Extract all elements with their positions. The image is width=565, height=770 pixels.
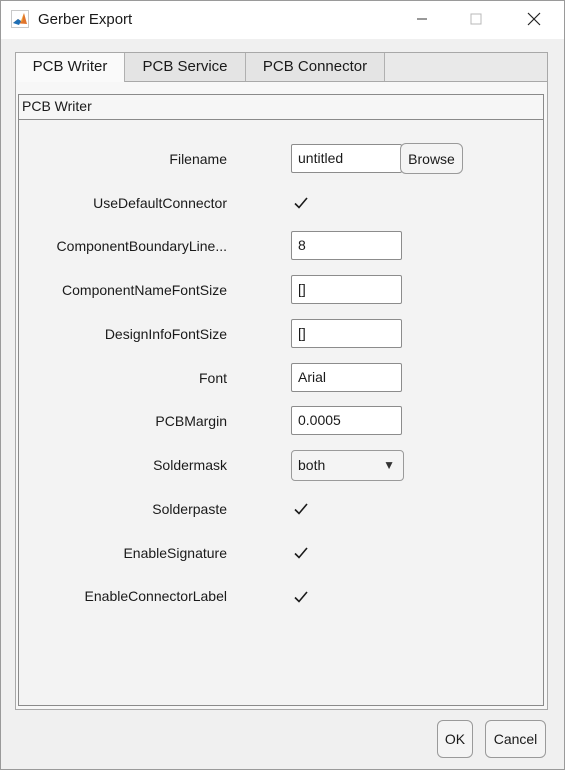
minimize-button[interactable] bbox=[399, 1, 445, 39]
solderpaste-checkbox[interactable] bbox=[292, 500, 309, 517]
pcb-margin-label: PCBMargin bbox=[155, 413, 227, 429]
checkmark-icon bbox=[293, 590, 308, 603]
font-label: Font bbox=[198, 370, 227, 386]
checkmark-icon bbox=[293, 502, 308, 515]
matlab-icon bbox=[11, 10, 29, 28]
gerber-export-dialog: Gerber Export PCB Writer PCB Service PCB… bbox=[0, 0, 565, 770]
ok-button[interactable]: OK bbox=[437, 720, 473, 758]
soldermask-label: Soldermask bbox=[153, 457, 227, 473]
panel-title: PCB Writer bbox=[19, 95, 543, 120]
tab-group: PCB Writer PCB Service PCB Connector PCB… bbox=[15, 52, 548, 710]
checkmark-icon bbox=[293, 196, 308, 209]
close-icon bbox=[527, 12, 541, 29]
pcb-writer-panel: PCB Writer Filename untitled Browse UseD… bbox=[18, 94, 544, 706]
filename-field[interactable]: untitled bbox=[291, 144, 402, 173]
use-default-connector-label: UseDefaultConnector bbox=[93, 195, 227, 211]
soldermask-value: both bbox=[298, 457, 326, 473]
use-default-connector-checkbox[interactable] bbox=[292, 194, 309, 211]
enable-signature-label: EnableSignature bbox=[123, 545, 227, 561]
solderpaste-label: Solderpaste bbox=[152, 501, 227, 517]
component-boundary-line-label: ComponentBoundaryLine... bbox=[56, 238, 227, 254]
window-title: Gerber Export bbox=[38, 11, 133, 28]
design-info-font-size-field[interactable]: [] bbox=[291, 319, 402, 348]
component-name-font-size-label: ComponentNameFontSize bbox=[62, 282, 227, 298]
dropdown-arrow-icon: ▼ bbox=[383, 458, 395, 472]
design-info-font-size-label: DesignInfoFontSize bbox=[104, 326, 227, 342]
minimize-icon bbox=[416, 12, 428, 28]
enable-connector-label-label: EnableConnectorLabel bbox=[84, 588, 227, 604]
filename-label: Filename bbox=[169, 151, 227, 167]
soldermask-dropdown[interactable]: both ▼ bbox=[291, 450, 404, 481]
panel-title-text: PCB Writer bbox=[22, 98, 92, 114]
component-boundary-line-field[interactable]: 8 bbox=[291, 231, 402, 260]
tab-pcb-service[interactable]: PCB Service bbox=[125, 53, 246, 81]
maximize-button[interactable] bbox=[453, 1, 499, 39]
cancel-button[interactable]: Cancel bbox=[485, 720, 546, 758]
browse-button[interactable]: Browse bbox=[400, 143, 463, 174]
tab-pcb-writer[interactable]: PCB Writer bbox=[16, 53, 125, 82]
font-field[interactable]: Arial bbox=[291, 363, 402, 392]
enable-connector-label-checkbox[interactable] bbox=[292, 588, 309, 605]
component-name-font-size-field[interactable]: [] bbox=[291, 275, 402, 304]
checkmark-icon bbox=[293, 546, 308, 559]
tab-strip: PCB Writer PCB Service PCB Connector bbox=[16, 53, 547, 82]
pcb-margin-field[interactable]: 0.0005 bbox=[291, 406, 402, 435]
close-button[interactable] bbox=[511, 1, 557, 39]
tab-pcb-connector[interactable]: PCB Connector bbox=[246, 53, 385, 81]
title-bar: Gerber Export bbox=[1, 1, 564, 39]
maximize-icon bbox=[470, 12, 482, 28]
enable-signature-checkbox[interactable] bbox=[292, 544, 309, 561]
